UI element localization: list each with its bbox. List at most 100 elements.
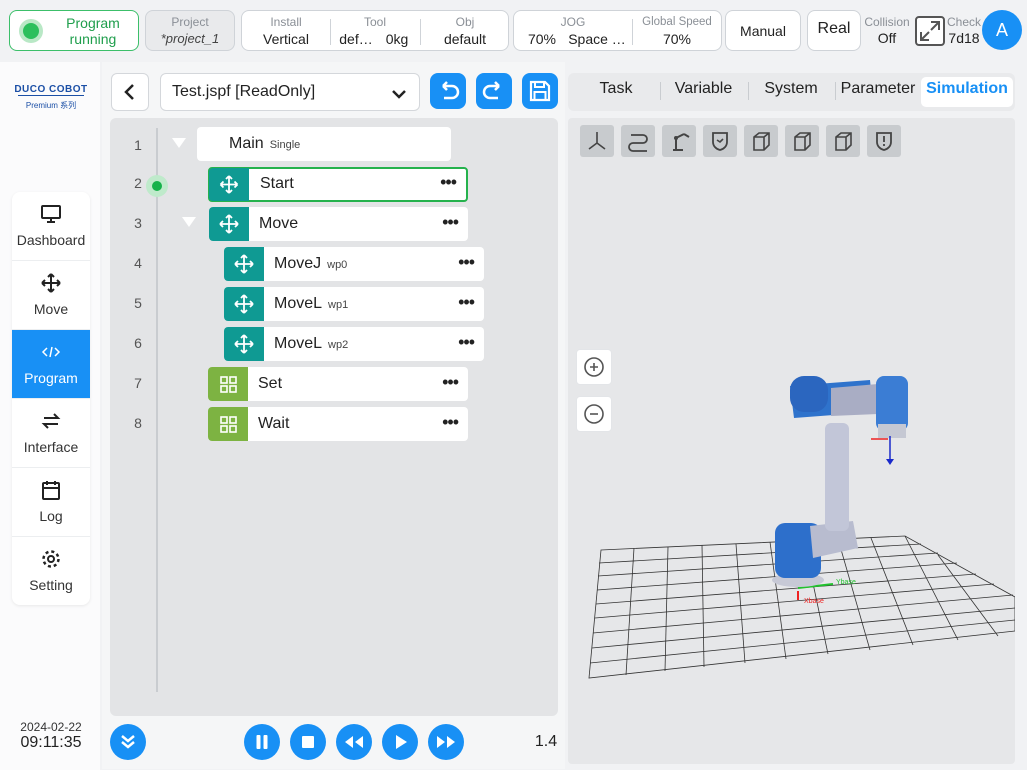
line-number: 1 (134, 137, 142, 153)
status-line2: running (69, 31, 117, 47)
axis-label-x: Xbase (804, 598, 824, 605)
undo-button[interactable] (430, 73, 466, 109)
program-node-movel[interactable]: MoveL wp2 ••• (224, 327, 484, 361)
move-arrows-icon (41, 273, 61, 293)
view-top-button[interactable] (826, 125, 860, 157)
zoom-out-icon (584, 404, 604, 424)
tab-task[interactable]: Task (575, 80, 657, 102)
logo-brand: DUCO COBOT (14, 84, 88, 95)
collision-value[interactable]: Off (862, 30, 912, 46)
node-sub: wp2 (328, 339, 349, 351)
axis-label-y: Ybase (836, 579, 856, 586)
install-label: Install (270, 15, 302, 29)
drag-handle[interactable] (224, 327, 264, 361)
more-options-icon[interactable]: ••• (442, 373, 459, 391)
install-tool-obj-panel[interactable]: Install Vertical Tool def… 0kg Obj defau… (241, 10, 509, 51)
path-view-button[interactable] (621, 125, 655, 157)
node-name: Set (258, 375, 283, 392)
program-node-wait[interactable]: Wait ••• (208, 407, 468, 441)
axes-icon (588, 132, 606, 150)
fast-forward-icon (437, 736, 455, 748)
line-number: 4 (134, 255, 142, 271)
calendar-icon (41, 480, 61, 500)
sidebar-item-log[interactable]: Log (12, 468, 90, 537)
tool-value-name: def… (339, 31, 373, 47)
program-node-set[interactable]: Set ••• (208, 367, 468, 401)
tab-system[interactable]: System (750, 80, 832, 102)
axis-view-button[interactable] (580, 125, 614, 157)
tab-variable[interactable]: Variable (662, 80, 745, 102)
check-value: 7d18 (948, 30, 980, 46)
program-node-move[interactable]: Move ••• (209, 207, 468, 241)
program-status-indicator[interactable]: Program running (9, 10, 139, 51)
play-button[interactable] (382, 724, 418, 760)
sidebar-label: Dashboard (16, 232, 86, 248)
collapse-toggle-icon[interactable] (171, 137, 187, 149)
collapse-toggle-icon[interactable] (181, 216, 197, 228)
sidebar-label: Log (39, 508, 63, 524)
tab-parameter[interactable]: Parameter (837, 80, 919, 102)
tab-simulation[interactable]: Simulation (921, 80, 1013, 102)
monitor-icon (41, 204, 61, 224)
view-front-button[interactable] (744, 125, 778, 157)
drag-handle[interactable] (209, 207, 249, 241)
tool-label: Tool (363, 15, 386, 29)
code-icon (41, 342, 61, 362)
drag-handle[interactable] (224, 247, 264, 281)
step-down-button[interactable] (110, 724, 146, 760)
view-side-button[interactable] (785, 125, 819, 157)
robot-view-button[interactable] (662, 125, 696, 157)
drag-handle[interactable] (208, 367, 248, 401)
status-line1: Program (66, 15, 120, 31)
drag-handle[interactable] (209, 168, 249, 201)
tool-value-load: 0kg (385, 31, 409, 47)
more-options-icon[interactable]: ••• (442, 413, 459, 431)
step-forward-button[interactable] (428, 724, 464, 760)
pause-button[interactable] (244, 724, 280, 760)
program-node-movej[interactable]: MoveJ wp0 ••• (224, 247, 484, 281)
project-label: Project (171, 15, 209, 29)
manual-label: Manual (740, 23, 786, 39)
sidebar-item-interface[interactable]: Interface (12, 399, 90, 468)
program-node-start[interactable]: Start ••• (208, 167, 468, 202)
file-selector[interactable]: Test.jspf [ReadOnly] (160, 73, 420, 111)
drag-handle[interactable] (224, 287, 264, 321)
stop-button[interactable] (290, 724, 326, 760)
more-options-icon[interactable]: ••• (442, 213, 459, 231)
jog-speed-panel[interactable]: JOG 70% Space … Global Speed 70% (513, 10, 722, 51)
project-selector[interactable]: Project *project_1 (145, 10, 235, 51)
sidebar-item-dashboard[interactable]: Dashboard (12, 192, 90, 261)
project-value: *project_1 (160, 31, 220, 46)
real-mode-button[interactable]: Real (807, 10, 861, 51)
more-options-icon[interactable]: ••• (440, 173, 457, 191)
redo-button[interactable] (476, 73, 512, 109)
manual-mode-button[interactable]: Manual (725, 10, 801, 51)
program-node-movel[interactable]: MoveL wp1 ••• (224, 287, 484, 321)
current-line-marker (146, 175, 168, 197)
sidebar-item-move[interactable]: Move (12, 261, 90, 330)
step-back-button[interactable] (336, 724, 372, 760)
collision-view-button[interactable] (867, 125, 901, 157)
simulation-viewport[interactable]: Ybase Xbase (568, 118, 1016, 764)
line-number: 7 (134, 375, 142, 391)
more-options-icon[interactable]: ••• (458, 333, 475, 351)
line-number: 3 (134, 215, 142, 231)
fullscreen-icon[interactable] (915, 16, 945, 46)
user-avatar[interactable]: A (982, 10, 1022, 50)
sidebar-item-setting[interactable]: Setting (12, 537, 90, 606)
gear-icon (41, 549, 61, 569)
zoom-in-button[interactable] (576, 349, 612, 385)
back-button[interactable] (111, 73, 149, 111)
more-options-icon[interactable]: ••• (458, 293, 475, 311)
move-arrows-icon (234, 294, 254, 314)
drag-handle[interactable] (208, 407, 248, 441)
program-node-main[interactable]: Main Single (197, 127, 451, 161)
node-sub: wp0 (327, 259, 348, 271)
save-button[interactable] (522, 73, 558, 109)
sidebar-item-program[interactable]: Program (12, 330, 90, 399)
line-number: 5 (134, 295, 142, 311)
more-options-icon[interactable]: ••• (458, 253, 475, 271)
safety-view-button[interactable] (703, 125, 737, 157)
zoom-out-button[interactable] (576, 396, 612, 432)
logo-sub: Premium 系列 (25, 101, 77, 110)
